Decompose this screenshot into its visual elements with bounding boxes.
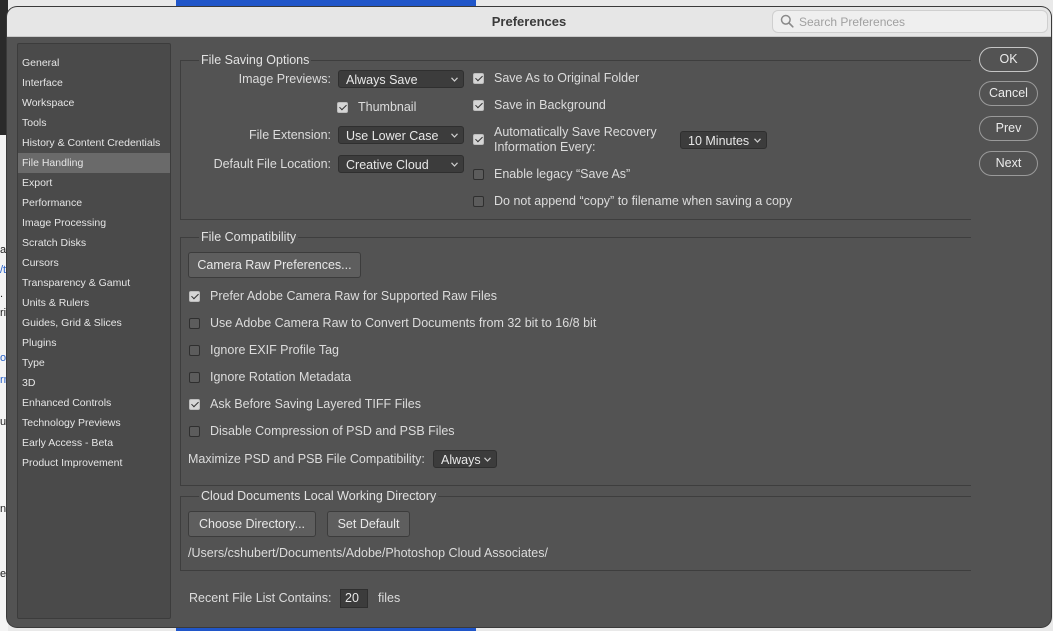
background-text: n (0, 503, 7, 515)
default-location-dropdown[interactable]: Creative Cloud (338, 155, 464, 173)
preferences-sidebar: General Interface Workspace Tools Histor… (17, 43, 171, 619)
sidebar-item-export[interactable]: Export (18, 173, 170, 193)
cancel-button[interactable]: Cancel (979, 81, 1038, 106)
no-copy-append-label: Do not append “copy” to filename when sa… (494, 194, 793, 208)
sidebar-item-product-improvement[interactable]: Product Improvement (18, 453, 170, 473)
disable-compression-label: Disable Compression of PSD and PSB Files (210, 424, 455, 438)
legacy-save-as-checkbox[interactable] (473, 169, 484, 180)
file-compat-title: File Compatibility (199, 230, 299, 244)
search-placeholder: Search Preferences (799, 15, 906, 29)
ignore-rotation-label: Ignore Rotation Metadata (210, 370, 352, 384)
maximize-compat-value: Always (441, 453, 481, 467)
chevron-down-icon (451, 77, 458, 82)
auto-recovery-interval-dropdown[interactable]: 10 Minutes (680, 131, 767, 149)
maximize-compat-label: Maximize PSD and PSB File Compatibility: (188, 452, 425, 466)
background-text: /t (0, 264, 7, 276)
sidebar-item-history[interactable]: History & Content Credentials (18, 133, 170, 153)
default-location-value: Creative Cloud (346, 158, 429, 172)
ask-tiff-label: Ask Before Saving Layered TIFF Files (210, 397, 421, 411)
background-text: . (0, 288, 4, 300)
auto-recovery-label-line1: Automatically Save Recovery (494, 125, 657, 139)
ignore-exif-checkbox[interactable] (189, 345, 200, 356)
preferences-dialog: Preferences Search Preferences General I… (7, 7, 1051, 627)
image-previews-value: Always Save (346, 73, 418, 87)
chevron-down-icon (754, 138, 761, 143)
sidebar-item-file-handling[interactable]: File Handling (18, 153, 170, 173)
thumbnail-checkbox[interactable] (337, 102, 348, 113)
sidebar-item-enhanced-controls[interactable]: Enhanced Controls (18, 393, 170, 413)
default-location-label: Default File Location: (213, 157, 331, 171)
no-copy-append-checkbox[interactable] (473, 196, 484, 207)
auto-recovery-checkbox[interactable] (473, 134, 484, 145)
next-button[interactable]: Next (979, 151, 1038, 176)
recent-files-count-input[interactable]: 20 (340, 589, 368, 608)
thumbnail-label: Thumbnail (358, 100, 417, 114)
camera-raw-convert-checkbox[interactable] (189, 318, 200, 329)
sidebar-item-units-rulers[interactable]: Units & Rulers (18, 293, 170, 313)
sidebar-item-3d[interactable]: 3D (18, 373, 170, 393)
ignore-rotation-checkbox[interactable] (189, 372, 200, 383)
chevron-down-icon (451, 162, 458, 167)
ask-tiff-checkbox[interactable] (189, 399, 200, 410)
save-as-original-checkbox[interactable] (473, 73, 484, 84)
sidebar-item-type[interactable]: Type (18, 353, 170, 373)
chevron-down-icon (484, 457, 491, 462)
sidebar-item-guides[interactable]: Guides, Grid & Slices (18, 313, 170, 333)
auto-recovery-label-line2: Information Every: (494, 140, 596, 154)
file-extension-label: File Extension: (249, 128, 331, 142)
background-text: a (0, 244, 7, 256)
sidebar-item-scratch-disks[interactable]: Scratch Disks (18, 233, 170, 253)
prefer-camera-raw-checkbox[interactable] (189, 291, 200, 302)
ok-button[interactable]: OK (979, 47, 1038, 72)
save-as-original-label: Save As to Original Folder (494, 71, 640, 85)
sidebar-item-image-processing[interactable]: Image Processing (18, 213, 170, 233)
set-default-button[interactable]: Set Default (327, 511, 410, 537)
sidebar-item-cursors[interactable]: Cursors (18, 253, 170, 273)
file-saving-title: File Saving Options (199, 53, 312, 67)
cloud-docs-path: /Users/cshubert/Documents/Adobe/Photosho… (188, 546, 548, 560)
chevron-down-icon (451, 133, 458, 138)
camera-raw-preferences-button[interactable]: Camera Raw Preferences... (188, 252, 361, 278)
legacy-save-as-label: Enable legacy “Save As” (494, 167, 631, 181)
sidebar-item-workspace[interactable]: Workspace (18, 93, 170, 113)
save-in-background-label: Save in Background (494, 98, 606, 112)
camera-raw-convert-label: Use Adobe Camera Raw to Convert Document… (210, 316, 597, 330)
title-bar: Preferences Search Preferences (7, 7, 1051, 37)
choose-directory-button[interactable]: Choose Directory... (188, 511, 316, 537)
sidebar-item-plugins[interactable]: Plugins (18, 333, 170, 353)
sidebar-item-interface[interactable]: Interface (18, 73, 170, 93)
sidebar-item-tools[interactable]: Tools (18, 113, 170, 133)
maximize-compat-dropdown[interactable]: Always (433, 450, 497, 468)
image-previews-label: Image Previews: (238, 72, 331, 86)
sidebar-item-general[interactable]: General (18, 53, 170, 73)
recent-files-label: Recent File List Contains: (189, 591, 332, 605)
image-previews-dropdown[interactable]: Always Save (338, 70, 464, 88)
cloud-docs-title: Cloud Documents Local Working Directory (199, 489, 439, 503)
save-in-background-checkbox[interactable] (473, 100, 484, 111)
prefer-camera-raw-label: Prefer Adobe Camera Raw for Supported Ra… (210, 289, 497, 303)
sidebar-item-early-access[interactable]: Early Access - Beta (18, 433, 170, 453)
file-extension-value: Use Lower Case (346, 129, 439, 143)
sidebar-item-transparency[interactable]: Transparency & Gamut (18, 273, 170, 293)
prev-button[interactable]: Prev (979, 116, 1038, 141)
sidebar-item-technology-previews[interactable]: Technology Previews (18, 413, 170, 433)
file-extension-dropdown[interactable]: Use Lower Case (338, 126, 464, 144)
recent-files-suffix: files (378, 591, 401, 605)
disable-compression-checkbox[interactable] (189, 426, 200, 437)
auto-recovery-interval-value: 10 Minutes (688, 134, 750, 148)
ignore-exif-label: Ignore EXIF Profile Tag (210, 343, 340, 357)
search-field[interactable]: Search Preferences (772, 10, 1048, 33)
sidebar-item-performance[interactable]: Performance (18, 193, 170, 213)
search-icon (780, 14, 794, 28)
